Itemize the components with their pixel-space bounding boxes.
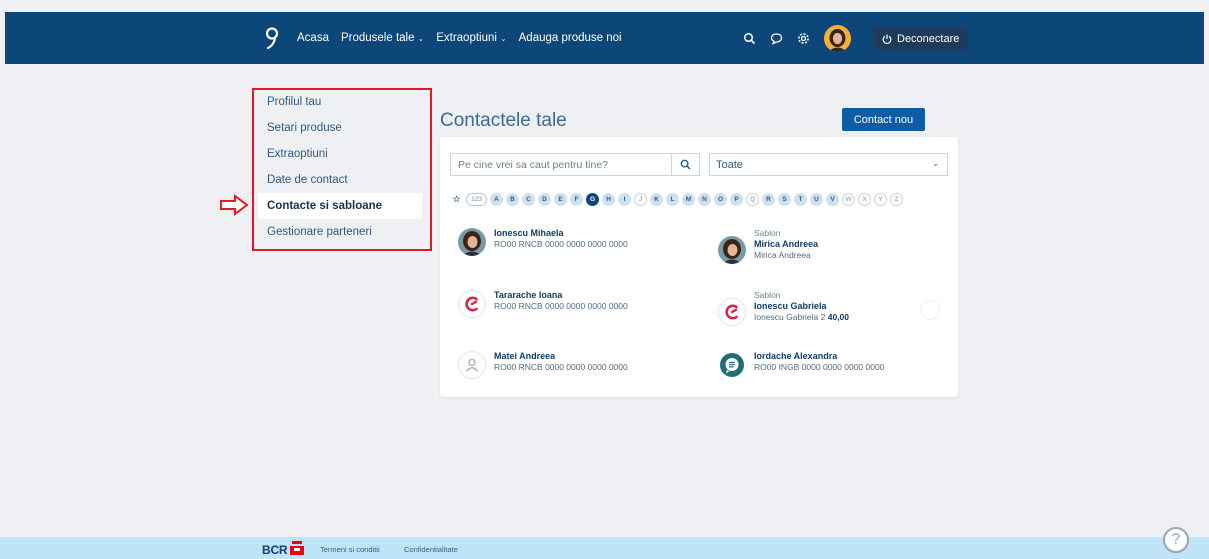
contact-iban: RO00 RNCB 0000 0000 0000 0000: [494, 301, 628, 311]
search-box: [450, 153, 700, 176]
nav-label: Acasa: [297, 32, 329, 44]
alpha-chip[interactable]: B: [506, 193, 519, 206]
alpha-chip-selected[interactable]: G: [586, 193, 599, 206]
alpha-chip-numeric[interactable]: 123: [466, 193, 487, 206]
alpha-chip[interactable]: R: [762, 193, 775, 206]
footer: BCR Termeni si conditii Confidentialitat…: [0, 537, 1209, 559]
search-icon: [680, 159, 691, 170]
template-label: Sablon: [754, 290, 781, 300]
top-navigation-bar: Acasa Produsele tale ⌄ Extraoptiuni ⌄ Adau…: [5, 12, 1204, 64]
alpha-chip[interactable]: K: [650, 193, 663, 206]
nav-item-extraoptiuni[interactable]: Extraoptiuni ⌄: [436, 32, 506, 44]
alpha-chip[interactable]: O: [714, 193, 727, 206]
george-logo-icon[interactable]: [265, 27, 279, 49]
contact-type-select[interactable]: Toate ⌄: [709, 153, 948, 176]
alpha-chip[interactable]: C: [522, 193, 535, 206]
alpha-chip[interactable]: A: [490, 193, 503, 206]
logout-button[interactable]: Deconectare: [873, 28, 969, 50]
alpha-chip[interactable]: L: [666, 193, 679, 206]
template-detail-text: Ionescu Gabriela 2: [754, 312, 826, 322]
contact-iban: RO00 INGB 0000 0000 0000 0000: [754, 362, 885, 372]
contact-name: Matei Andreea: [494, 351, 556, 361]
contact-iban: RO00 RNCB 0000 0000 0000 0000: [494, 362, 628, 372]
alpha-chip[interactable]: V: [826, 193, 839, 206]
nav-item-produsele-tale[interactable]: Produsele tale ⌄: [341, 32, 424, 44]
contact-item[interactable]: Matei Andreea RO00 RNCB 0000 0000 0000 0…: [458, 351, 628, 379]
contacts-card: Toate ⌄ ☆ 123 A B C D E F G H I J K L M …: [440, 137, 958, 397]
template-amount: 40,00: [827, 312, 850, 322]
alpha-chip[interactable]: D: [538, 193, 551, 206]
alphabet-filter: ☆ 123 A B C D E F G H I J K L M N O P Q …: [450, 193, 903, 206]
alpha-chip-disabled: X: [858, 193, 871, 206]
alpha-chip[interactable]: I: [618, 193, 631, 206]
template-detail: Ionescu Gabriela 2 40,00: [754, 312, 849, 323]
page-title: Contactele tale: [440, 110, 567, 131]
bank-chat-icon: [718, 351, 746, 379]
alpha-chip[interactable]: M: [682, 193, 695, 206]
logout-label: Deconectare: [897, 33, 960, 45]
bcr-brand: BCR: [262, 543, 288, 557]
more-options-button[interactable]: [920, 300, 940, 320]
select-value: Toate: [716, 158, 743, 171]
contact-name: Ionescu Mihaela: [494, 228, 564, 238]
nav-label: Produsele tale: [340, 32, 415, 44]
gear-icon[interactable]: [797, 32, 810, 45]
footer-link-privacy[interactable]: Confidentialitate: [404, 545, 458, 554]
search-button[interactable]: [671, 154, 699, 175]
search-input[interactable]: [451, 154, 671, 175]
alpha-chip[interactable]: N: [698, 193, 711, 206]
footer-link-terms[interactable]: Termeni si conditii: [320, 545, 380, 554]
contact-item[interactable]: Ionescu Mihaela RO00 RNCB 0000 0000 0000…: [458, 228, 628, 256]
nav-label: Extraoptiuni: [436, 32, 497, 44]
annotation-highlight-box: [252, 88, 432, 251]
alpha-chip[interactable]: E: [554, 193, 567, 206]
alpha-chip[interactable]: T: [794, 193, 807, 206]
person-outline-icon: [458, 351, 486, 379]
chevron-down-icon: ⌄: [417, 33, 425, 43]
main-nav: Acasa Produsele tale ⌄ Extraoptiuni ⌄ Adau…: [297, 12, 622, 64]
favorites-star-icon[interactable]: ☆: [450, 193, 463, 206]
alpha-chip[interactable]: U: [810, 193, 823, 206]
user-avatar[interactable]: [824, 24, 851, 52]
alpha-chip-disabled: Q: [746, 193, 759, 206]
alpha-chip-disabled: Y: [874, 193, 887, 206]
power-icon: [882, 34, 892, 44]
alpha-chip[interactable]: P: [730, 193, 743, 206]
contact-iban: RO00 RNCB 0000 0000 0000 0000: [494, 239, 628, 249]
contact-name: Iordache Alexandra: [754, 351, 838, 361]
george-logo-icon: [718, 298, 746, 326]
chevron-down-icon: ⌄: [932, 159, 939, 168]
chat-icon[interactable]: [770, 32, 783, 45]
alpha-chip-disabled: J: [634, 193, 647, 206]
contact-photo-avatar: [458, 228, 486, 256]
nav-item-adauga-produse[interactable]: Adauga produse noi: [519, 32, 622, 44]
contact-name: Tararache Ioana: [494, 290, 563, 300]
nav-label: Adauga produse noi: [518, 32, 622, 44]
alpha-chip[interactable]: H: [602, 193, 615, 206]
new-contact-button[interactable]: Contact nou: [842, 108, 925, 131]
contact-photo-avatar: [718, 236, 746, 264]
george-logo-icon: [458, 290, 486, 318]
alpha-chip[interactable]: S: [778, 193, 791, 206]
nav-item-acasa[interactable]: Acasa: [297, 32, 329, 44]
top-icon-group: [743, 12, 851, 64]
help-button[interactable]: ?: [1163, 527, 1189, 553]
template-label: Sablon: [754, 228, 781, 238]
alpha-chip-disabled: Z: [890, 193, 903, 206]
contact-name: Mirica Andreea: [754, 239, 819, 249]
contact-item[interactable]: Tararache Ioana RO00 RNCB 0000 0000 0000…: [458, 290, 628, 318]
annotation-arrow-icon: [220, 194, 249, 216]
bcr-logo-icon: [290, 541, 304, 555]
alpha-chip[interactable]: F: [570, 193, 583, 206]
contact-name: Ionescu Gabriela: [754, 301, 827, 311]
search-icon[interactable]: [743, 32, 756, 45]
template-item[interactable]: Sablon Mirica Andreea Mirica Andreea: [718, 228, 818, 264]
chevron-down-icon: ⌄: [499, 33, 507, 43]
contact-item[interactable]: Iordache Alexandra RO00 INGB 0000 0000 0…: [718, 351, 884, 379]
template-item[interactable]: Sablon Ionescu Gabriela Ionescu Gabriela…: [718, 290, 849, 326]
template-detail: Mirica Andreea: [754, 250, 811, 260]
alpha-chip-disabled: W: [842, 193, 855, 206]
